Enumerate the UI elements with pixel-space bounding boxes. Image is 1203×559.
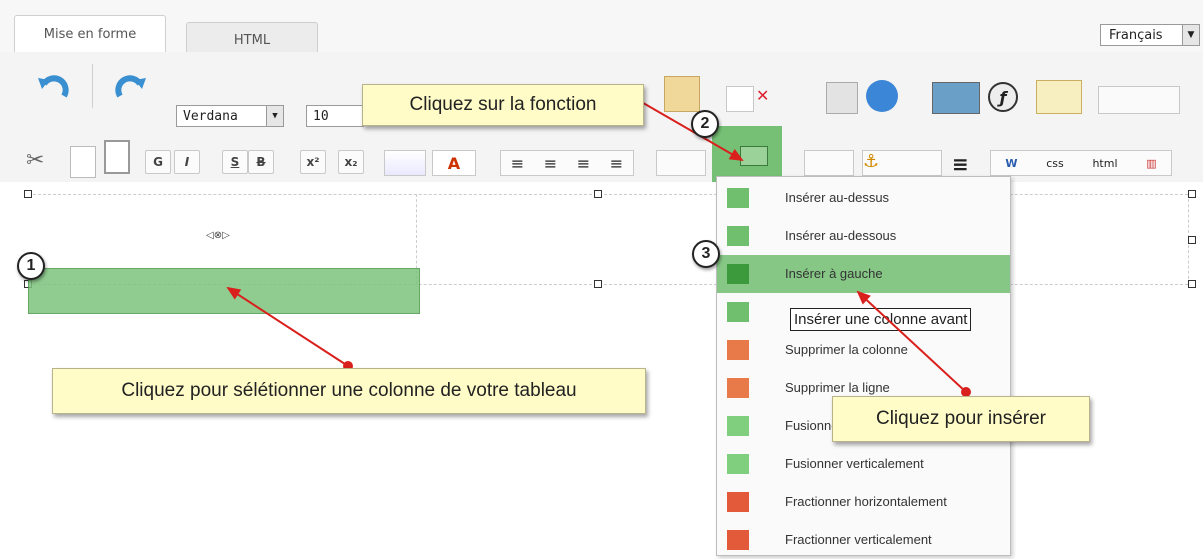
step-number: 1: [17, 252, 45, 280]
arrow-function: [637, 99, 744, 161]
step-number: 3: [692, 240, 720, 268]
callout-select-column: Cliquez pour sélétionner une colonne de …: [52, 368, 646, 414]
callout-insert: Cliquez pour insérer: [832, 396, 1090, 442]
arrow-select-column: [226, 286, 349, 367]
callout-function: Cliquez sur la fonction: [362, 84, 644, 126]
arrow-insert: [856, 290, 967, 393]
step-number: 2: [691, 110, 719, 138]
